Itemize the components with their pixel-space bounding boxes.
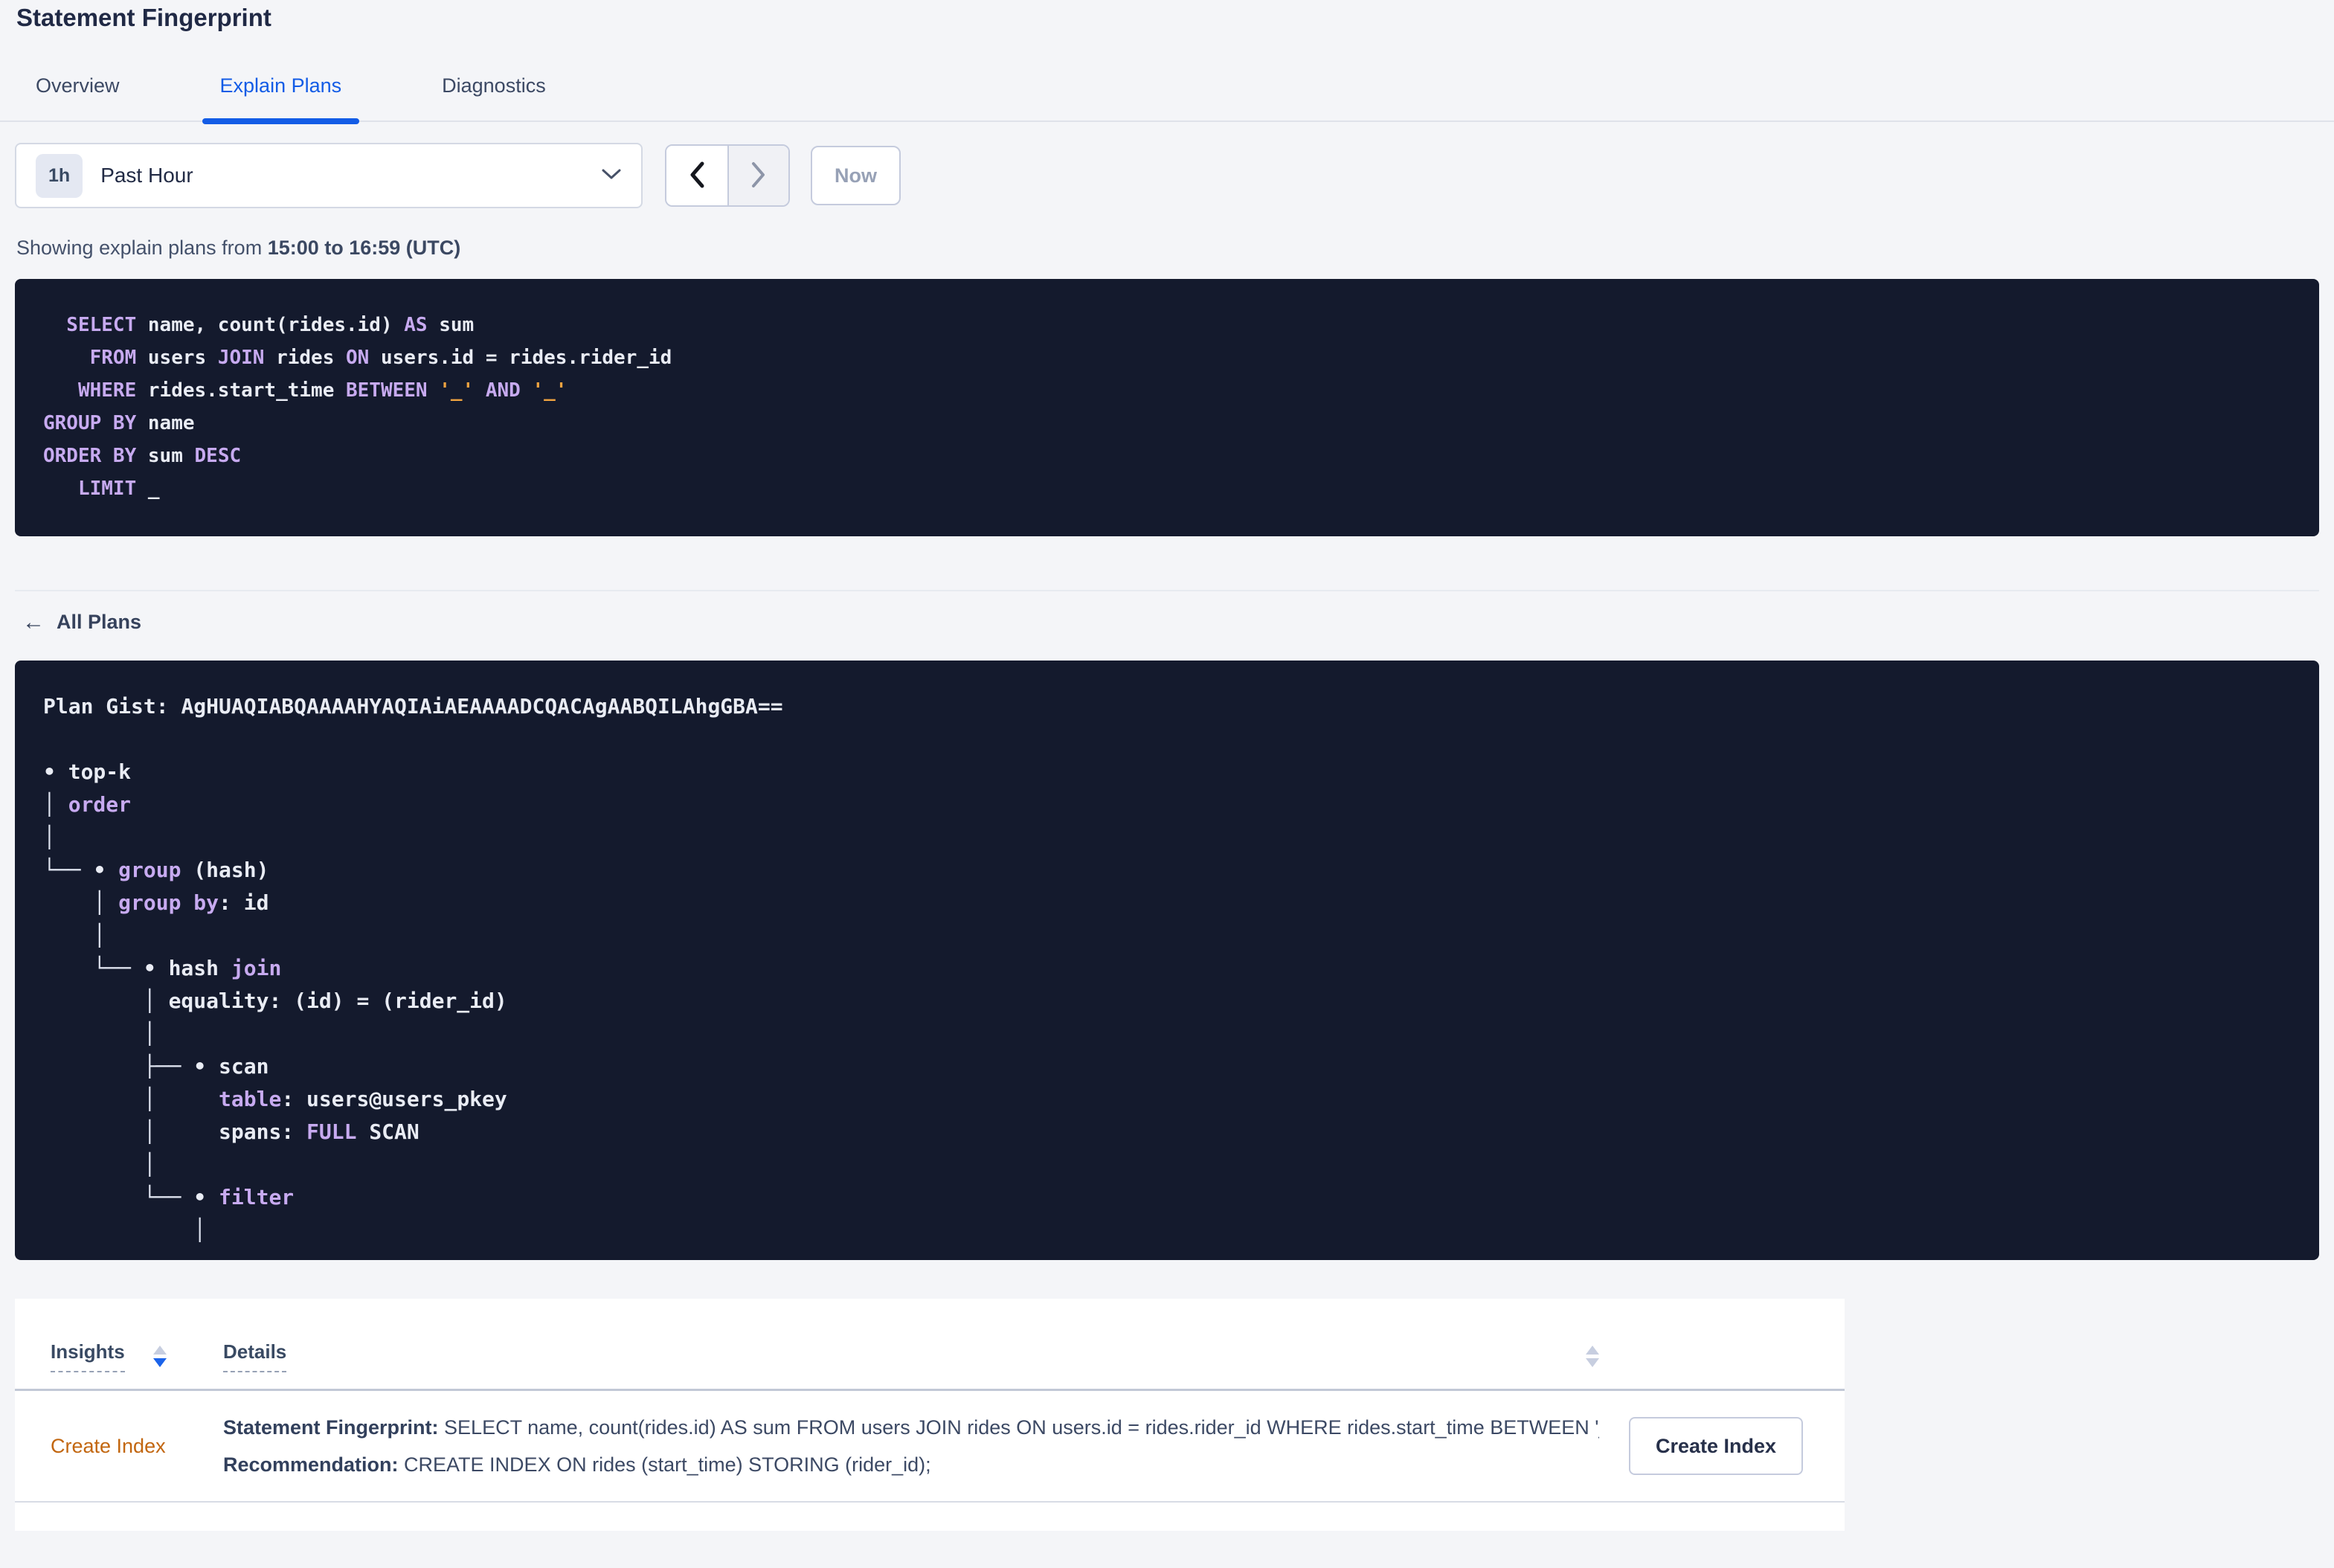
chevron-right-icon — [750, 161, 768, 191]
page-title: Statement Fingerprint — [16, 4, 271, 31]
all-plans-label: All Plans — [57, 611, 142, 633]
next-range-button[interactable] — [727, 146, 788, 205]
time-range-label: Past Hour — [100, 164, 193, 187]
plan-gist-label: Plan Gist: — [43, 694, 169, 719]
insights-column-header: Insights — [15, 1340, 223, 1372]
sql-statement-panel: SELECT name, count(rides.id) AS sum FROM… — [15, 279, 2319, 536]
caption-range: 15:00 to 16:59 (UTC) — [267, 237, 461, 259]
caption-prefix: Showing explain plans from — [16, 237, 268, 259]
tab-bar: Overview Explain Plans Diagnostics — [0, 73, 2334, 124]
plan-gist-value: AgHUAQIABQAAAAHYAQIAiAEAAAADCQACAgAABQIL… — [181, 694, 783, 719]
plan-tree-code: • top-k │ order │ └── • group (hash) │ grou… — [43, 759, 507, 1242]
chevron-left-icon — [688, 161, 706, 191]
plan-gist-panel: Plan Gist: AgHUAQIABQAAAAHYAQIAiAEAAAADC… — [15, 661, 2319, 1260]
table-row: Create Index Statement Fingerprint: SELE… — [15, 1391, 1845, 1503]
insights-table-header: Insights Details — [15, 1299, 1845, 1391]
tab-explain-plans[interactable]: Explain Plans — [202, 73, 359, 124]
sort-icon[interactable] — [152, 1346, 167, 1367]
section-divider — [15, 590, 2319, 591]
time-range-caption: Showing explain plans from 15:00 to 16:5… — [16, 237, 2334, 260]
create-index-link[interactable]: Create Index — [51, 1435, 166, 1458]
plan-gist-line: Plan Gist: AgHUAQIABQAAAAHYAQIAiAEAAAADC… — [43, 690, 2291, 723]
tab-diagnostics[interactable]: Diagnostics — [442, 73, 546, 121]
action-cell: Create Index — [1629, 1417, 1830, 1475]
create-index-button[interactable]: Create Index — [1629, 1417, 1804, 1475]
sort-icon[interactable] — [1586, 1346, 1599, 1367]
statement-fingerprint-line: Statement Fingerprint: SELECT name, coun… — [223, 1416, 1599, 1439]
now-button[interactable]: Now — [811, 146, 901, 205]
details-cell: Statement Fingerprint: SELECT name, coun… — [223, 1409, 1629, 1483]
details-column-header: Details — [223, 1340, 1629, 1372]
time-controls: 1h Past Hour Now — [15, 143, 2334, 208]
left-arrow-icon: ← — [22, 609, 45, 634]
all-plans-link[interactable]: ← All Plans — [22, 611, 141, 634]
sql-statement-code: SELECT name, count(rides.id) AS sum FROM… — [43, 314, 672, 500]
chevron-down-icon — [601, 167, 622, 184]
prev-range-button[interactable] — [666, 146, 727, 205]
insights-column-label: Insights — [51, 1340, 125, 1372]
interval-badge: 1h — [36, 153, 83, 198]
tab-overview[interactable]: Overview — [36, 73, 120, 121]
time-range-dropdown[interactable]: 1h Past Hour — [15, 143, 643, 208]
insight-cell: Create Index — [15, 1435, 223, 1458]
insights-table: Insights Details Create Index Statement … — [15, 1299, 1845, 1531]
recommendation-line: Recommendation: CREATE INDEX ON rides (s… — [223, 1453, 931, 1476]
details-column-label: Details — [223, 1340, 287, 1372]
time-nav-group — [665, 144, 790, 207]
